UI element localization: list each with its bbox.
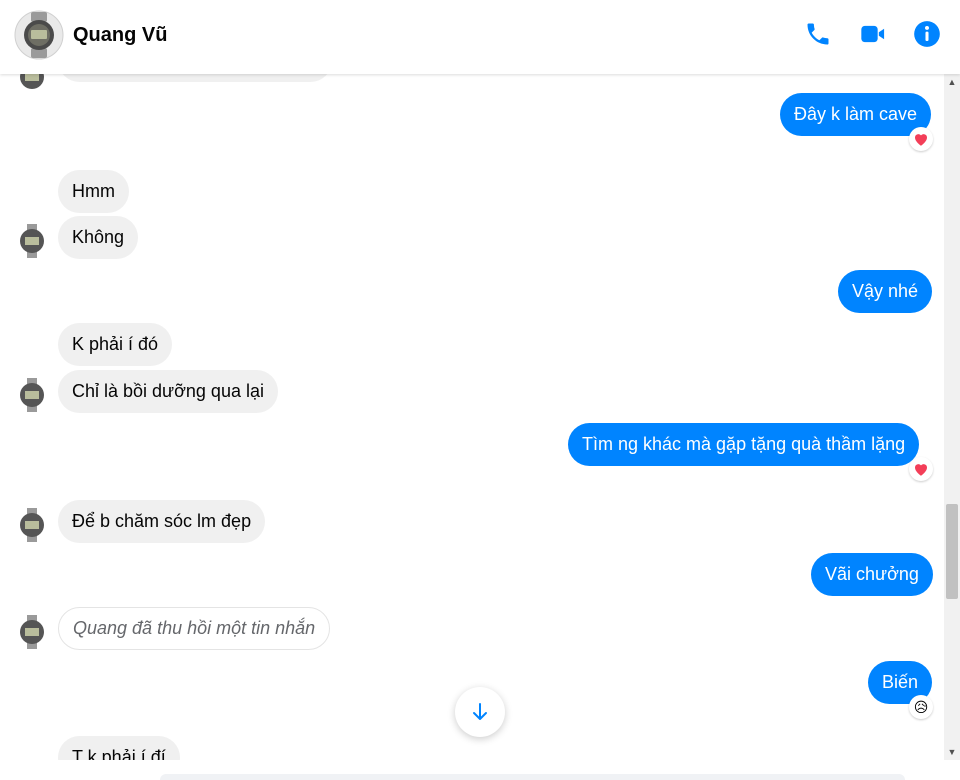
unsent-message-notice[interactable]: Quang đã thu hồi một tin nhắn (58, 607, 331, 650)
vertical-scrollbar[interactable]: ▲ ▼ (944, 74, 960, 760)
chat-header: Quang Vũ (0, 0, 960, 74)
info-icon[interactable] (913, 20, 941, 48)
contact-avatar[interactable] (14, 10, 64, 60)
sender-avatar (20, 615, 44, 649)
message-outgoing[interactable]: Tìm ng khác mà gặp tặng quà thầm lặng (568, 423, 920, 466)
message-incoming[interactable]: Chỉ là bồi dưỡng qua lại (58, 370, 278, 413)
heart-reaction-icon[interactable] (909, 127, 933, 151)
message-bubble-partial[interactable] (58, 74, 332, 82)
scroll-to-bottom-button[interactable] (455, 687, 505, 737)
arrow-down-icon (473, 703, 487, 720)
message-incoming[interactable]: T k phải í đí (58, 736, 180, 760)
contact-name[interactable]: Quang Vũ (73, 24, 167, 47)
message-incoming[interactable]: Không (58, 216, 139, 259)
video-call-icon[interactable] (859, 20, 887, 48)
message-outgoing[interactable]: Đây k làm cave (780, 93, 932, 136)
message-list[interactable]: Đây k làm cave Hmm Không Vậy nhé K phải … (0, 74, 944, 760)
message-outgoing[interactable]: Vãi chưởng (811, 553, 933, 596)
composer-area (0, 760, 960, 780)
sender-avatar (20, 74, 44, 89)
message-incoming[interactable]: Để b chăm sóc lm đẹp (58, 500, 266, 543)
sad-reaction-icon[interactable]: 😥 (909, 695, 933, 719)
sender-avatar (20, 378, 44, 412)
message-composer[interactable] (160, 774, 905, 780)
scroll-down-arrow-icon[interactable]: ▼ (944, 744, 960, 760)
heart-reaction-icon[interactable] (909, 457, 933, 481)
sender-avatar (20, 224, 44, 258)
message-outgoing[interactable]: Vậy nhé (838, 270, 933, 313)
phone-icon[interactable] (804, 20, 832, 48)
messenger-window: Quang Vũ Đây k làm cave Hmm Không Vậy nh… (0, 0, 960, 780)
scroll-up-arrow-icon[interactable]: ▲ (944, 74, 960, 90)
message-incoming[interactable]: Hmm (58, 170, 129, 213)
scrollbar-thumb[interactable] (946, 504, 958, 599)
message-incoming[interactable]: K phải í đó (58, 323, 173, 366)
sender-avatar (20, 508, 44, 542)
